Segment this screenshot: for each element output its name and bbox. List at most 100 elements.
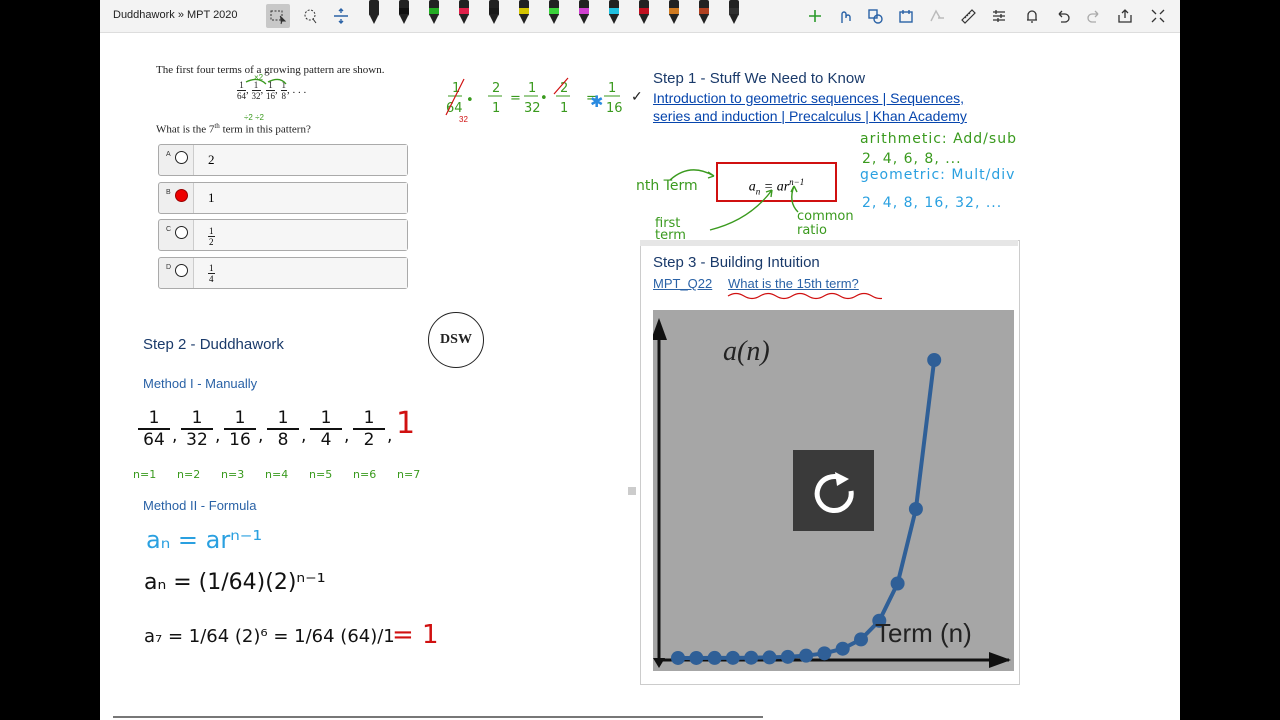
checkmark-icon: ✓: [631, 88, 643, 104]
hw-geometric: geometric: Mult/div: [860, 167, 1016, 183]
khan-link-line1[interactable]: Introduction to geometric sequences | Se…: [653, 90, 964, 106]
y-axis-label: a(n): [723, 336, 770, 367]
ink-to-math-icon[interactable]: [925, 4, 949, 28]
ink-to-text-icon[interactable]: [894, 4, 918, 28]
n-label: n=7: [397, 468, 421, 481]
formula-line3: a₇ = 1/64 (2)⁶ = 1/64 (64)/1: [144, 626, 395, 647]
svg-text:1: 1: [492, 101, 500, 116]
fullscreen-icon[interactable]: [1146, 4, 1170, 28]
lasso-select-icon[interactable]: [266, 4, 290, 28]
x-axis-label: Term (n): [875, 618, 972, 648]
hw-geometric-seq: 2, 4, 8, 16, 32, ...: [862, 195, 1003, 211]
radio-button[interactable]: [175, 188, 188, 202]
pen-9-icon[interactable]: [606, 0, 622, 26]
step1-title: Step 1 - Stuff We Need to Know: [653, 70, 866, 87]
sequence-point: [671, 650, 685, 665]
redo-icon[interactable]: [1082, 4, 1106, 28]
method1-term: 18: [267, 408, 299, 450]
sequence-point: [725, 650, 740, 665]
svg-text:1: 1: [528, 81, 536, 96]
pen-1-icon[interactable]: [366, 0, 382, 26]
radio-button[interactable]: [175, 226, 188, 239]
star-mark-icon: ✱: [590, 94, 604, 111]
ruler-icon[interactable]: [956, 4, 980, 28]
method1-title: Method I - Manually: [143, 376, 258, 391]
svg-text:16: 16: [606, 101, 623, 116]
handwritten-annotation-question: ×2 ÷2 ÷2 164 • 21 = 132 32: [244, 73, 541, 124]
choice-a[interactable]: A2: [158, 144, 408, 176]
radio-button[interactable]: [175, 263, 188, 277]
choice-c[interactable]: C 12: [158, 219, 408, 251]
15th-term-link[interactable]: What is the 15th term?: [728, 276, 859, 291]
sequence-point: [835, 641, 850, 656]
choice-value: 2: [193, 145, 407, 175]
svg-text:1: 1: [608, 81, 616, 96]
replay-button[interactable]: [793, 450, 874, 531]
y-axis-bottom-arrow: [653, 658, 665, 668]
add-space-icon[interactable]: [329, 4, 353, 28]
formula-line2: aₙ = (1/64)(2)ⁿ⁻¹: [144, 570, 326, 595]
pen-4-icon[interactable]: [456, 0, 472, 26]
pen-13-icon[interactable]: [726, 0, 742, 26]
khan-link-line2[interactable]: series and induction | Precalculus | Kha…: [653, 108, 967, 124]
choice-b[interactable]: B1: [158, 181, 408, 214]
sequence-graph[interactable]: a(n) Term (n): [651, 310, 1014, 671]
add-pen-icon[interactable]: [803, 4, 827, 28]
svg-text:2: 2: [492, 81, 500, 96]
mpt-q22-link[interactable]: MPT_Q22: [653, 276, 712, 291]
share-icon[interactable]: [1113, 4, 1137, 28]
comma: ,: [172, 426, 178, 446]
hw-nth-term: nth Term: [636, 178, 698, 194]
panel-resize-bar[interactable]: [640, 240, 1018, 246]
pen-10-icon[interactable]: [636, 0, 652, 26]
pen-2-icon[interactable]: [396, 0, 412, 26]
sequence-point: [689, 650, 704, 665]
method1-term: 1 16: [224, 408, 256, 450]
lasso-icon[interactable]: [298, 4, 322, 28]
svg-text:32: 32: [524, 101, 541, 116]
method1-term: 1 64: [138, 408, 170, 450]
comma: ,: [387, 426, 393, 446]
pen-6-icon[interactable]: [516, 0, 532, 26]
undo-icon[interactable]: [1051, 4, 1075, 28]
pen-7-icon[interactable]: [546, 0, 562, 26]
pen-11-icon[interactable]: [666, 0, 682, 26]
method1-terms: 1 64, 1 32, 1 16, 1 8, 1 4, 1 2,: [138, 408, 438, 456]
touch-writing-icon[interactable]: [833, 4, 857, 28]
n-label: n=5: [309, 468, 333, 481]
sequence-point: [799, 648, 814, 663]
svg-text:64: 64: [446, 101, 463, 116]
ink-to-shape-icon[interactable]: [863, 4, 887, 28]
breadcrumb[interactable]: Duddhawork » MPT 2020: [113, 9, 238, 21]
formula-line1: aₙ = arⁿ⁻¹: [146, 526, 263, 554]
n-label: n=3: [221, 468, 245, 481]
sequence-point: [908, 502, 923, 516]
choice-value: 1: [193, 182, 407, 213]
tools-icon[interactable]: [987, 4, 1011, 28]
hw-first-term: first term: [655, 216, 686, 243]
collapse-handle[interactable]: [628, 487, 636, 495]
method1-term: 12: [353, 408, 385, 450]
pen-5-icon[interactable]: [486, 0, 502, 26]
svg-text:×2: ×2: [254, 73, 264, 82]
choice-d[interactable]: D 14: [158, 256, 408, 289]
pen-12-icon[interactable]: [696, 0, 712, 26]
radio-button[interactable]: [175, 151, 188, 164]
method2-title: Method II - Formula: [143, 498, 257, 513]
sequence-point: [707, 650, 722, 665]
pen-8-icon[interactable]: [576, 0, 592, 26]
choice-letter: D: [166, 263, 172, 271]
n-label: n=6: [353, 468, 377, 481]
sequence-point: [927, 353, 942, 367]
page-divider: [113, 716, 763, 718]
choice-letter: B: [166, 188, 171, 196]
comma: ,: [301, 426, 307, 446]
svg-text:1: 1: [560, 101, 568, 116]
svg-text:=: =: [510, 91, 521, 106]
notifications-icon[interactable]: [1020, 4, 1044, 28]
red-underline-annotation: [727, 292, 882, 300]
pen-3-icon[interactable]: [426, 0, 442, 26]
method1-term: 14: [310, 408, 342, 450]
notebook-page: Duddhawork » MPT 2020 The first four ter…: [100, 0, 1180, 720]
n-label: n=4: [265, 468, 289, 481]
